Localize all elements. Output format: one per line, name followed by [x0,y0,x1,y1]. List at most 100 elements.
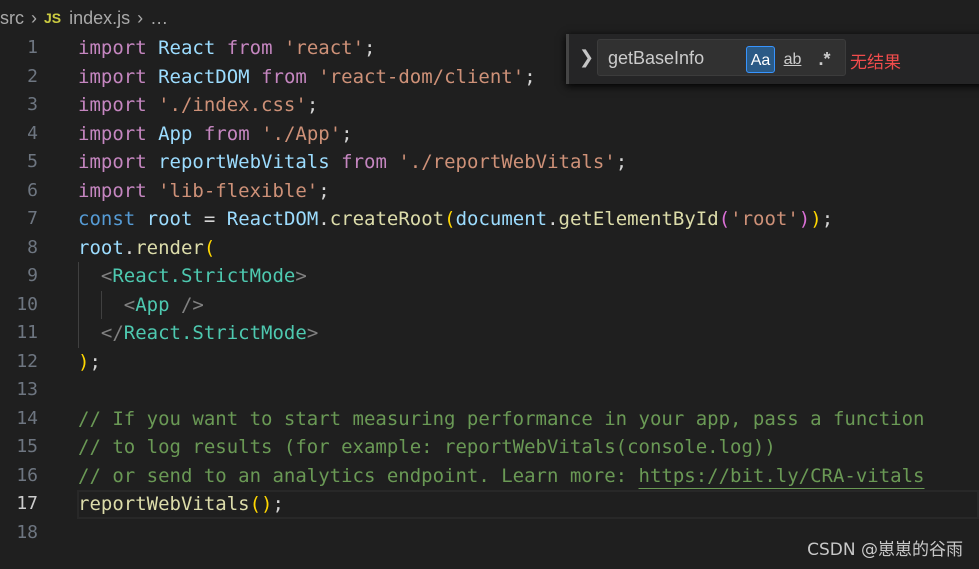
regex-button[interactable]: .* [810,46,839,73]
line-number: 13 [16,379,38,400]
chevron-right-icon: › [137,7,144,28]
code-token: ReactDOM [226,208,319,230]
code-token: ; [306,94,319,116]
code-token: document [455,208,548,230]
code-token: root [78,236,124,259]
code-text: // to log results (for example: reportWe… [78,433,776,462]
code-link[interactable]: https://bit.ly/CRA-vitals [639,465,925,487]
find-query[interactable]: getBaseInfo [608,48,704,69]
find-input[interactable]: getBaseInfo Aa ab .* [597,39,846,76]
code-text: const root = ReactDOM.createRoot(documen… [78,205,833,234]
code-token: ) [78,350,90,373]
code-text: reportWebVitals(); [78,490,284,519]
code-token: ( [444,208,456,230]
line-number: 2 [27,65,38,87]
code-text: </React.StrictMode> [78,319,318,348]
code-token: > [295,265,307,287]
code-text: // If you want to start measuring perfor… [78,405,924,434]
code-line[interactable]: 13 [0,376,979,405]
code-token: React.StrictMode [112,265,296,287]
line-number: 15 [16,436,38,457]
chevron-right-icon: › [31,7,37,28]
code-token: createRoot [329,208,445,230]
code-token: . [547,208,559,230]
breadcrumb-file[interactable]: index.js [69,8,130,29]
find-status: 无结果 [850,53,901,73]
code-text: import './index.css'; [78,91,318,120]
code-token: ( [249,493,262,515]
code-line[interactable]: 6 import 'lib-flexible'; [0,177,979,206]
code-token: import [78,151,147,173]
code-token: . [123,236,136,259]
code-token: ) [261,493,273,515]
code-editor[interactable]: 1 import React from 'react'; 2 import React… [0,34,979,547]
breadcrumb-folder[interactable]: src [0,8,24,29]
code-token: App [158,122,193,145]
code-text: ); [78,348,101,377]
code-token: ReactDOM [158,65,250,88]
match-case-button[interactable]: Aa [746,46,775,73]
code-token: // If you want to start measuring perfor… [78,407,925,430]
code-text: import 'lib-flexible'; [78,177,330,206]
code-token: reportWebVitals [158,151,330,173]
code-token: './index.css' [158,94,307,116]
code-token: render [135,236,204,259]
code-token: root [146,208,193,230]
code-line[interactable]: 16 // or send to an analytics endpoint. L… [0,462,979,491]
code-text: <React.StrictMode> [78,262,307,291]
code-line[interactable]: 9 <React.StrictMode> [0,262,979,291]
code-token: getElementById [558,208,719,230]
code-token: ( [718,208,731,230]
code-line[interactable]: 4 import App from './App'; [0,120,979,149]
code-token: // or send to an analytics endpoint. Lea… [78,464,639,487]
code-token: './reportWebVitals' [398,151,616,173]
watermark: CSDN @崽崽的谷雨 [807,540,963,560]
line-number: 10 [16,293,38,315]
line-number: 7 [27,208,38,229]
whole-word-button[interactable]: ab [778,46,807,73]
code-token: . [318,208,330,230]
code-line[interactable]: 5 import reportWebVitals from './reportWe… [0,148,979,177]
code-line[interactable]: 14 // If you want to start measuring perf… [0,405,979,434]
code-token: ; [364,37,376,59]
code-line[interactable]: 8 root.render( [0,234,979,263]
code-line[interactable]: 12); [0,348,979,377]
code-line[interactable]: 3 import './index.css'; [0,91,979,120]
code-token: 'react-dom/client' [318,65,525,88]
code-line[interactable]: 10 <App /> [0,290,979,319]
code-token: ; [272,493,284,515]
code-text: import ReactDOM from 'react-dom/client'; [78,63,536,92]
code-token: = [192,208,227,230]
code-line[interactable]: 15 // to log results (for example: report… [0,433,979,462]
code-token: ) [798,208,811,230]
code-line[interactable]: 7 const root = ReactDOM.createRoot(docume… [0,205,979,234]
code-token: React.StrictMode [123,322,307,344]
code-line[interactable]: 11 </React.StrictMode> [0,319,979,348]
find-widget: ❯ getBaseInfo Aa ab .* 无结果 [566,34,979,84]
line-number: 6 [27,179,38,201]
breadcrumb-symbols[interactable]: … [150,8,168,29]
line-number: 12 [16,350,38,372]
code-token: from [203,122,250,145]
line-number: 11 [16,322,38,343]
code-token: // to log results (for example: reportWe… [78,436,776,458]
code-token: App [135,293,170,316]
chevron-right-icon[interactable]: ❯ [579,47,594,68]
code-line[interactable]: 17 reportWebVitals(); [0,490,979,519]
line-number: 4 [27,122,38,144]
code-token: < [100,265,113,287]
code-token: React [158,37,216,59]
